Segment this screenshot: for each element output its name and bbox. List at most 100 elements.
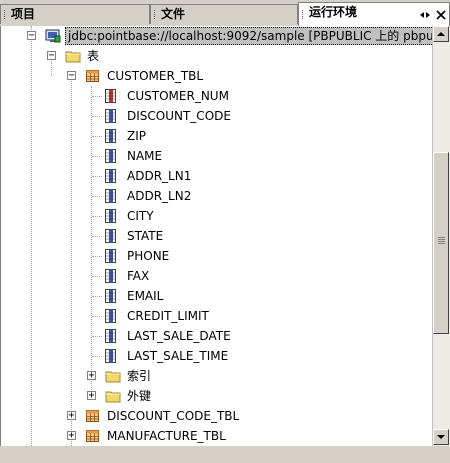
tab-grip bbox=[154, 10, 157, 19]
column-icon bbox=[103, 268, 119, 284]
column-icon bbox=[103, 148, 119, 164]
expand-toggle[interactable]: + bbox=[67, 431, 76, 441]
expand-toggle[interactable]: + bbox=[87, 371, 96, 381]
tree-guide-line bbox=[92, 256, 102, 257]
column-node[interactable]: DISCOUNT_CODE bbox=[1, 106, 433, 126]
tab-files[interactable]: 文件 bbox=[150, 4, 298, 24]
scroll-grip bbox=[438, 237, 445, 244]
collapse-toggle[interactable]: − bbox=[47, 51, 56, 61]
column-icon bbox=[103, 128, 119, 144]
tree-guide-line bbox=[92, 296, 102, 297]
column-label: LAST_SALE_DATE bbox=[127, 329, 231, 343]
scroll-up-button[interactable] bbox=[433, 26, 449, 42]
table-icon bbox=[85, 408, 101, 424]
indexes-folder-node[interactable]: + 索引 bbox=[1, 366, 433, 386]
column-node[interactable]: CUSTOMER_NUM bbox=[1, 86, 433, 106]
table-icon bbox=[85, 68, 101, 84]
folder-icon bbox=[105, 388, 121, 404]
folder-label: 表 bbox=[87, 49, 100, 63]
tree-guide-line bbox=[92, 136, 102, 137]
column-node[interactable]: STATE bbox=[1, 226, 433, 246]
column-node[interactable]: ADDR_LN2 bbox=[1, 186, 433, 206]
tree-guide-line bbox=[92, 216, 102, 217]
column-label: ADDR_LN2 bbox=[127, 189, 192, 203]
foreign-keys-folder-node[interactable]: + 外键 bbox=[1, 386, 433, 406]
table-node-customer[interactable]: − CUSTOMER_TBL bbox=[1, 66, 433, 86]
tab-grip bbox=[302, 10, 305, 19]
folder-label: 索引 bbox=[127, 369, 152, 383]
bottom-edge bbox=[0, 446, 450, 463]
column-label: PHONE bbox=[127, 249, 170, 263]
column-icon bbox=[103, 348, 119, 364]
tree-guide-line bbox=[92, 276, 102, 277]
column-node[interactable]: ADDR_LN1 bbox=[1, 166, 433, 186]
tab-runtime[interactable]: 运行环境 bbox=[298, 2, 450, 26]
expand-toggle[interactable]: + bbox=[67, 411, 76, 421]
minimize-window-icon[interactable] bbox=[419, 9, 431, 21]
column-node[interactable]: LAST_SALE_DATE bbox=[1, 326, 433, 346]
column-icon bbox=[103, 108, 119, 124]
column-node[interactable]: CREDIT_LIMIT bbox=[1, 306, 433, 326]
column-icon bbox=[103, 248, 119, 264]
tree-guide-line bbox=[92, 316, 102, 317]
vertical-scrollbar[interactable] bbox=[432, 26, 450, 446]
folder-icon bbox=[65, 48, 81, 64]
scroll-down-button[interactable] bbox=[433, 429, 449, 445]
column-node[interactable]: NAME bbox=[1, 146, 433, 166]
column-node[interactable]: FAX bbox=[1, 266, 433, 286]
runtime-tree[interactable]: − jdbc:pointbase://localhost:9092/sample… bbox=[0, 26, 433, 446]
table-label: MANUFACTURE_TBL bbox=[107, 429, 226, 443]
column-node[interactable]: CITY bbox=[1, 206, 433, 226]
column-label: EMAIL bbox=[127, 289, 164, 303]
column-node[interactable]: ZIP bbox=[1, 126, 433, 146]
column-node[interactable]: PHONE bbox=[1, 246, 433, 266]
column-label: CITY bbox=[127, 209, 154, 223]
tab-label: 项目 bbox=[11, 7, 36, 21]
tab-bar: 项目 文件 运行环境 bbox=[0, 0, 450, 26]
column-icon bbox=[103, 288, 119, 304]
tables-folder-node[interactable]: − 表 bbox=[1, 46, 433, 66]
tree-guide-line bbox=[92, 196, 102, 197]
folder-icon bbox=[105, 368, 121, 384]
column-label: DISCOUNT_CODE bbox=[127, 109, 231, 123]
table-icon bbox=[85, 428, 101, 444]
table-label: CUSTOMER_TBL bbox=[107, 69, 204, 83]
column-label: ZIP bbox=[127, 129, 146, 143]
column-icon bbox=[103, 208, 119, 224]
table-node-manufacture[interactable]: + MANUFACTURE_TBL bbox=[1, 426, 433, 446]
tree-guide-line bbox=[92, 96, 102, 97]
primary-key-column-icon bbox=[103, 88, 119, 104]
expand-toggle[interactable]: + bbox=[87, 391, 96, 401]
column-label: CREDIT_LIMIT bbox=[127, 309, 209, 323]
column-label: ADDR_LN1 bbox=[127, 169, 192, 183]
column-label: NAME bbox=[127, 149, 163, 163]
table-label: DISCOUNT_CODE_TBL bbox=[107, 409, 240, 423]
tab-grip bbox=[4, 10, 7, 19]
column-icon bbox=[103, 308, 119, 324]
tree-guide-line bbox=[92, 336, 102, 337]
column-icon bbox=[103, 168, 119, 184]
tree-guide-line bbox=[92, 176, 102, 177]
column-icon bbox=[103, 228, 119, 244]
column-node[interactable]: EMAIL bbox=[1, 286, 433, 306]
collapse-toggle[interactable]: − bbox=[67, 71, 76, 81]
tab-label: 文件 bbox=[161, 7, 186, 21]
folder-label: 外键 bbox=[127, 389, 152, 403]
column-label: FAX bbox=[127, 269, 150, 283]
tab-label: 运行环境 bbox=[309, 5, 358, 19]
connection-node[interactable]: − jdbc:pointbase://localhost:9092/sample… bbox=[1, 26, 433, 46]
column-icon bbox=[103, 188, 119, 204]
connection-label[interactable]: jdbc:pointbase://localhost:9092/sample [… bbox=[65, 27, 433, 45]
table-node-discount-code[interactable]: + DISCOUNT_CODE_TBL bbox=[1, 406, 433, 426]
tree-guide-line bbox=[92, 356, 102, 357]
collapse-toggle[interactable]: − bbox=[27, 31, 36, 41]
column-label: LAST_SALE_TIME bbox=[127, 349, 229, 363]
scroll-thumb[interactable] bbox=[433, 152, 449, 334]
tree-guide-line bbox=[92, 236, 102, 237]
column-label: CUSTOMER_NUM bbox=[127, 89, 229, 103]
tab-projects[interactable]: 项目 bbox=[0, 4, 150, 24]
close-icon[interactable] bbox=[435, 9, 447, 21]
database-connection-icon bbox=[45, 28, 61, 44]
column-node[interactable]: LAST_SALE_TIME bbox=[1, 346, 433, 366]
tree-guide-line bbox=[92, 116, 102, 117]
